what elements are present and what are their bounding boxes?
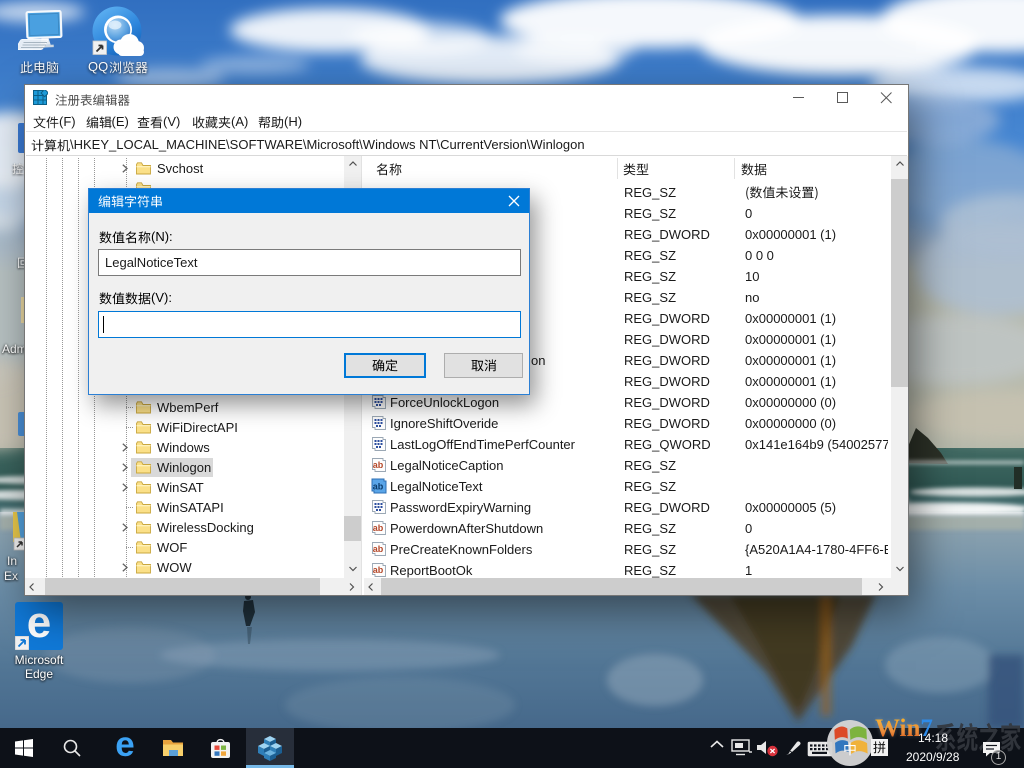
svg-text:ab: ab bbox=[373, 482, 384, 492]
svg-text:ab: ab bbox=[373, 460, 384, 470]
svg-text:ab: ab bbox=[373, 565, 384, 575]
svg-text:ab: ab bbox=[373, 544, 384, 554]
svg-text:ab: ab bbox=[373, 523, 384, 533]
